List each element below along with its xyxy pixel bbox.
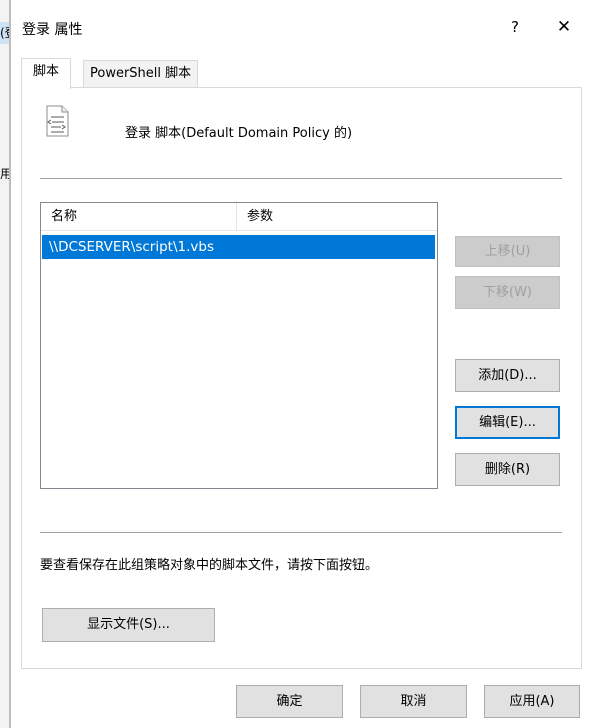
info-text: 要查看保存在此组策略对象中的脚本文件，请按下面按钮。 <box>40 558 379 573</box>
background-fragment-top: (登 <box>0 22 9 44</box>
script-file-icon <box>46 105 69 137</box>
show-files-button[interactable]: 显示文件(S)... <box>42 608 215 642</box>
apply-button[interactable]: 应用(A) <box>484 685 580 718</box>
move-up-button[interactable]: 上移(U) <box>455 236 560 267</box>
tab-panel: 登录 脚本(Default Domain Policy 的) 名称 参数 \\D… <box>21 87 582 669</box>
dialog-title: 登录 属性 <box>22 22 83 38</box>
list-item[interactable]: \\DCSERVER\script\1.vbs <box>42 235 435 259</box>
ok-button[interactable]: 确定 <box>236 685 343 718</box>
move-down-button[interactable]: 下移(W) <box>455 276 560 309</box>
delete-button[interactable]: 删除(R) <box>455 453 560 486</box>
script-list[interactable]: 名称 参数 \\DCSERVER\script\1.vbs <box>40 202 438 489</box>
separator <box>40 178 562 179</box>
edit-button[interactable]: 编辑(E)... <box>455 406 560 439</box>
background-window: (登 用户 <box>0 0 9 728</box>
help-button[interactable]: ? <box>503 15 527 39</box>
tab-powershell-scripts[interactable]: PowerShell 脚本 <box>83 60 199 87</box>
list-item-name: \\DCSERVER\script\1.vbs <box>49 239 214 255</box>
background-fragment-side: 用户 <box>0 167 9 181</box>
cancel-button[interactable]: 取消 <box>360 685 467 718</box>
separator <box>40 532 562 533</box>
script-header-label: 登录 脚本(Default Domain Policy 的) <box>125 126 353 141</box>
title-bar: 登录 属性 ? ✕ <box>11 0 591 56</box>
tab-scripts[interactable]: 脚本 <box>21 58 71 89</box>
window-border <box>9 0 11 728</box>
column-header-params[interactable]: 参数 <box>237 203 437 230</box>
list-header: 名称 参数 <box>41 203 437 231</box>
column-header-name[interactable]: 名称 <box>41 203 237 230</box>
close-button[interactable]: ✕ <box>551 14 577 40</box>
add-button[interactable]: 添加(D)... <box>455 359 560 392</box>
